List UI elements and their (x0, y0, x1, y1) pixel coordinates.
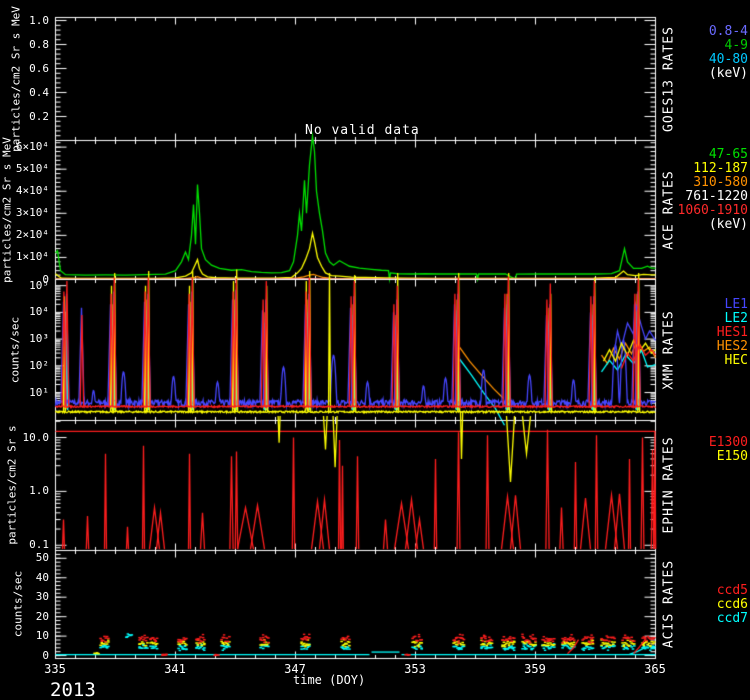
y-axis-unit-label: counts/sec (12, 571, 25, 637)
year-label: 2013 (50, 679, 96, 700)
legend-item: LE1 (717, 298, 748, 312)
y-tick-label: 10³ (0, 332, 49, 345)
y-tick-label: 20 (0, 610, 49, 623)
legend-item: (keV) (709, 67, 748, 81)
legend: ccd5ccd6ccd7 (717, 584, 748, 626)
legend-item: 47-65 (678, 148, 748, 162)
y-axis-unit-label: particles/cm2 Sr s MeV (10, 6, 23, 152)
legend-item: E1300 (709, 436, 748, 450)
legend-item: 761-1220 (678, 190, 748, 204)
legend: E1300E150 (709, 436, 748, 464)
legend-item: (keV) (678, 218, 748, 232)
y-tick-label: 0.4 (0, 86, 49, 99)
no-valid-data-text: No valid data (305, 123, 420, 138)
y-tick-label: 30 (0, 590, 49, 603)
y-tick-label: 10⁴ (0, 305, 49, 318)
legend-item: 1060-1910 (678, 204, 748, 218)
y-tick-label: 10¹ (0, 386, 49, 399)
y-tick-label: 40 (0, 571, 49, 584)
plot-canvas (0, 0, 750, 700)
y-tick-label: 0.8 (0, 38, 49, 51)
y-axis-unit-label: particles/cm2 Sr s (6, 425, 19, 544)
y-tick-label: 10⁵ (0, 279, 49, 292)
legend: 47-65112-187310-580761-12201060-1910(keV… (678, 148, 748, 232)
legend-item: HES2 (717, 340, 748, 354)
legend-item: 40-80 (709, 53, 748, 67)
legend-item: HEC (717, 354, 748, 368)
legend-item: LE2 (717, 312, 748, 326)
legend-item: ccd7 (717, 612, 748, 626)
legend-item: ccd6 (717, 598, 748, 612)
legend: 0.8-44-940-80(keV) (709, 25, 748, 81)
y-tick-label: 0.6 (0, 62, 49, 75)
x-tick-label: 365 (625, 662, 685, 676)
y-tick-label: 0 (0, 649, 49, 662)
radiation-monitor-figure: 0.20.40.60.81.0particles/cm2 Sr s MeVGOE… (0, 0, 750, 700)
y-axis-unit-label: particles/cm2 Sr s MeV (1, 137, 14, 283)
legend-item: 4-9 (709, 39, 748, 53)
panel-label: GOES13 RATES (662, 26, 677, 132)
legend-item: 310-580 (678, 176, 748, 190)
legend-item: 0.8-4 (709, 25, 748, 39)
y-axis-unit-label: counts/sec (9, 316, 22, 382)
y-tick-label: 1.0 (0, 14, 49, 27)
x-tick-label: 353 (385, 662, 445, 676)
legend-item: ccd5 (717, 584, 748, 598)
panel-label: ACE RATES (662, 170, 677, 249)
panel-label: EPHIN RATES (662, 436, 677, 533)
panel-label: ACIS RATES (662, 560, 677, 648)
x-tick-label: 359 (505, 662, 565, 676)
y-tick-label: 10² (0, 359, 49, 372)
y-tick-label: 10 (0, 629, 49, 642)
legend-item: HES1 (717, 326, 748, 340)
legend-item: E150 (709, 450, 748, 464)
legend-item: 112-187 (678, 162, 748, 176)
x-tick-label: 341 (145, 662, 205, 676)
x-tick-label: 335 (25, 662, 85, 676)
panel-label: XMM RATES (662, 310, 677, 389)
legend: LE1LE2HES1HES2HEC (717, 298, 748, 368)
y-tick-label: 0.2 (0, 110, 49, 123)
x-axis-label: time (DOY) (293, 673, 365, 687)
y-tick-label: 50 (0, 551, 49, 564)
